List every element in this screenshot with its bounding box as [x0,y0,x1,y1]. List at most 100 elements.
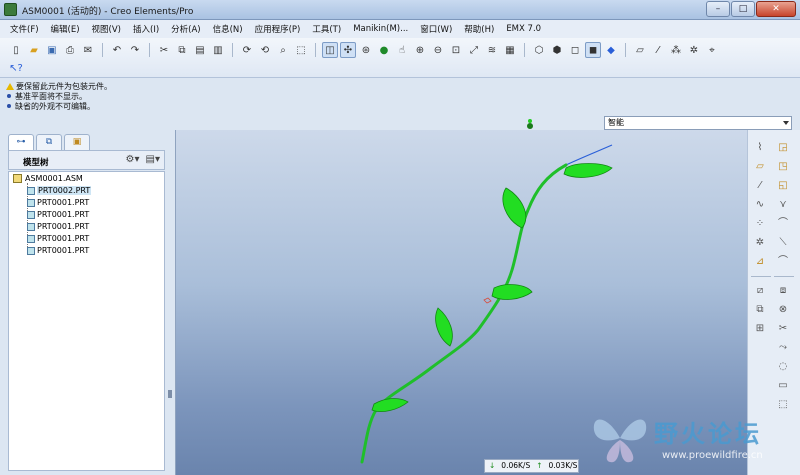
menu-insert[interactable]: 插入(I) [133,23,159,35]
datum-plane-toggle-icon[interactable]: ▱ [632,42,648,58]
menu-bar: 文件(F) 编辑(E) 视图(V) 插入(I) 分析(A) 信息(N) 应用程序… [0,20,800,38]
new-file-icon[interactable]: ▯ [8,42,24,58]
extrude-tool-icon[interactable]: ⌒ [774,254,792,270]
datum-axis-toggle-icon[interactable]: ⁄ [650,42,666,58]
tree-item[interactable]: PRT0001.PRT [27,222,89,231]
extend-tool-icon[interactable]: ⤳ [774,340,792,356]
reorient-icon[interactable]: ⤢ [466,42,482,58]
curve-tool-icon[interactable]: ∿ [751,197,769,213]
tab-folder-browser[interactable]: ⧉ [36,134,62,150]
appearance-icon[interactable]: ● [376,42,392,58]
open-file-icon[interactable]: ▰ [26,42,42,58]
axis-tool-icon[interactable]: ⁄ [751,178,769,194]
tab-model-tree[interactable]: ⊶ [8,134,34,150]
hole-tool-icon[interactable]: ◲ [774,140,792,156]
layers-icon[interactable]: ▦ [502,42,518,58]
regenerate-icon[interactable]: ⟳ [239,42,255,58]
email-icon[interactable]: ✉ [80,42,96,58]
tree-item[interactable]: PRT0001.PRT [27,198,89,207]
spin-center-icon[interactable]: ✣ [340,42,356,58]
find-icon[interactable]: ⌕ [275,42,291,58]
draft-tool-icon[interactable]: ⋎ [774,197,792,213]
annotation-toggle-icon[interactable]: ⌖ [704,42,720,58]
status-light-icon [527,119,533,129]
component-place-icon[interactable]: ⧄ [751,283,769,299]
tree-root[interactable]: ASM0001.ASM [13,174,83,183]
panel-sash[interactable] [168,390,172,398]
menu-analysis[interactable]: 分析(A) [171,23,200,35]
csys-toggle-icon[interactable]: ✲ [686,42,702,58]
csys-tool-icon[interactable]: ✲ [751,235,769,251]
redo-icon[interactable]: ↷ [127,42,143,58]
tab-favorites[interactable]: ▣ [64,134,90,150]
datum-point-toggle-icon[interactable]: ⁂ [668,42,684,58]
wireframe-icon[interactable]: ⬡ [531,42,547,58]
leaf [435,307,453,347]
select-box-icon[interactable]: ⬚ [293,42,309,58]
analysis-tool-icon[interactable]: ⊿ [751,254,769,270]
menu-view[interactable]: 视图(V) [92,23,121,35]
component-create-icon[interactable]: ⧉ [751,302,769,318]
tree-filter-icon[interactable]: ▤▾ [146,154,160,165]
save-icon[interactable]: ▣ [44,42,60,58]
watermark-title: 野火论坛 [654,420,762,448]
vine-stem [360,163,568,464]
context-help-icon[interactable]: ↖? [8,60,24,76]
plane-tool-icon[interactable]: ▱ [751,159,769,175]
tree-item[interactable]: PRT0001.PRT [27,234,89,243]
datum-curve [565,144,613,166]
mirror-tool-icon[interactable]: ⧈ [774,283,792,299]
menu-file[interactable]: 文件(F) [10,23,39,35]
maximize-button[interactable]: □ [731,1,755,17]
hidden-line-icon[interactable]: ⬢ [549,42,565,58]
menu-edit[interactable]: 编辑(E) [51,23,80,35]
tree-item[interactable]: PRT0001.PRT [27,210,89,219]
zoom-out-icon[interactable]: ⊖ [430,42,446,58]
zoom-in-icon[interactable]: ⊕ [412,42,428,58]
menu-manikin[interactable]: Manikin(M)... [353,24,408,34]
tree-item[interactable]: PRT0001.PRT [27,246,89,255]
thicken-tool-icon[interactable]: ▭ [774,378,792,394]
part-icon [27,210,35,219]
chamfer-tool-icon[interactable]: ⟍ [774,235,792,251]
minimize-button[interactable]: – [706,1,730,17]
menu-window[interactable]: 窗口(W) [420,23,452,35]
merge-tool-icon[interactable]: ⊗ [774,302,792,318]
menu-tools[interactable]: 工具(T) [312,23,341,35]
close-button[interactable]: ✕ [756,1,796,17]
leaf [502,187,527,229]
trim-tool-icon[interactable]: ✂ [774,321,792,337]
cut-icon[interactable]: ✂ [156,42,172,58]
pan-icon[interactable]: ☝ [394,42,410,58]
menu-help[interactable]: 帮助(H) [464,23,494,35]
component-pattern-icon[interactable]: ⊞ [751,321,769,337]
selection-filter-select[interactable]: 智能 [604,116,792,130]
shell-tool-icon[interactable]: ◳ [774,159,792,175]
forum-watermark: 野火论坛 www.proewildfire.cn [588,406,794,470]
copy-icon[interactable]: ⧉ [174,42,190,58]
round-tool-icon[interactable]: ⌒ [774,216,792,232]
menu-emx[interactable]: EMX 7.0 [506,24,541,34]
saved-views-icon[interactable]: ≋ [484,42,500,58]
menu-applications[interactable]: 应用程序(P) [255,23,301,35]
refit-icon[interactable]: ⊡ [448,42,464,58]
undo-icon[interactable]: ↶ [109,42,125,58]
tree-settings-icon[interactable]: ⚙▾ [126,154,140,165]
tree-item[interactable]: PRT0002.PRT [27,186,92,195]
print-icon[interactable]: ⎙ [62,42,78,58]
watermark-url: www.proewildfire.cn [662,450,763,461]
orient-mode-icon[interactable]: ⊛ [358,42,374,58]
shading-icon[interactable]: ◼ [585,42,601,58]
sketch-tool-icon[interactable]: ⌇ [751,140,769,156]
point-tool-icon[interactable]: ⁘ [751,216,769,232]
regen-manager-icon[interactable]: ⟲ [257,42,273,58]
download-arrow-icon: ↓ [489,461,496,470]
menu-info[interactable]: 信息(N) [213,23,243,35]
offset-tool-icon[interactable]: ◌ [774,359,792,375]
enhanced-realism-icon[interactable]: ◆ [603,42,619,58]
repaint-icon[interactable]: ◫ [322,42,338,58]
paste-icon[interactable]: ▤ [192,42,208,58]
rib-tool-icon[interactable]: ◱ [774,178,792,194]
paste-special-icon[interactable]: ▥ [210,42,226,58]
no-hidden-icon[interactable]: ◻ [567,42,583,58]
